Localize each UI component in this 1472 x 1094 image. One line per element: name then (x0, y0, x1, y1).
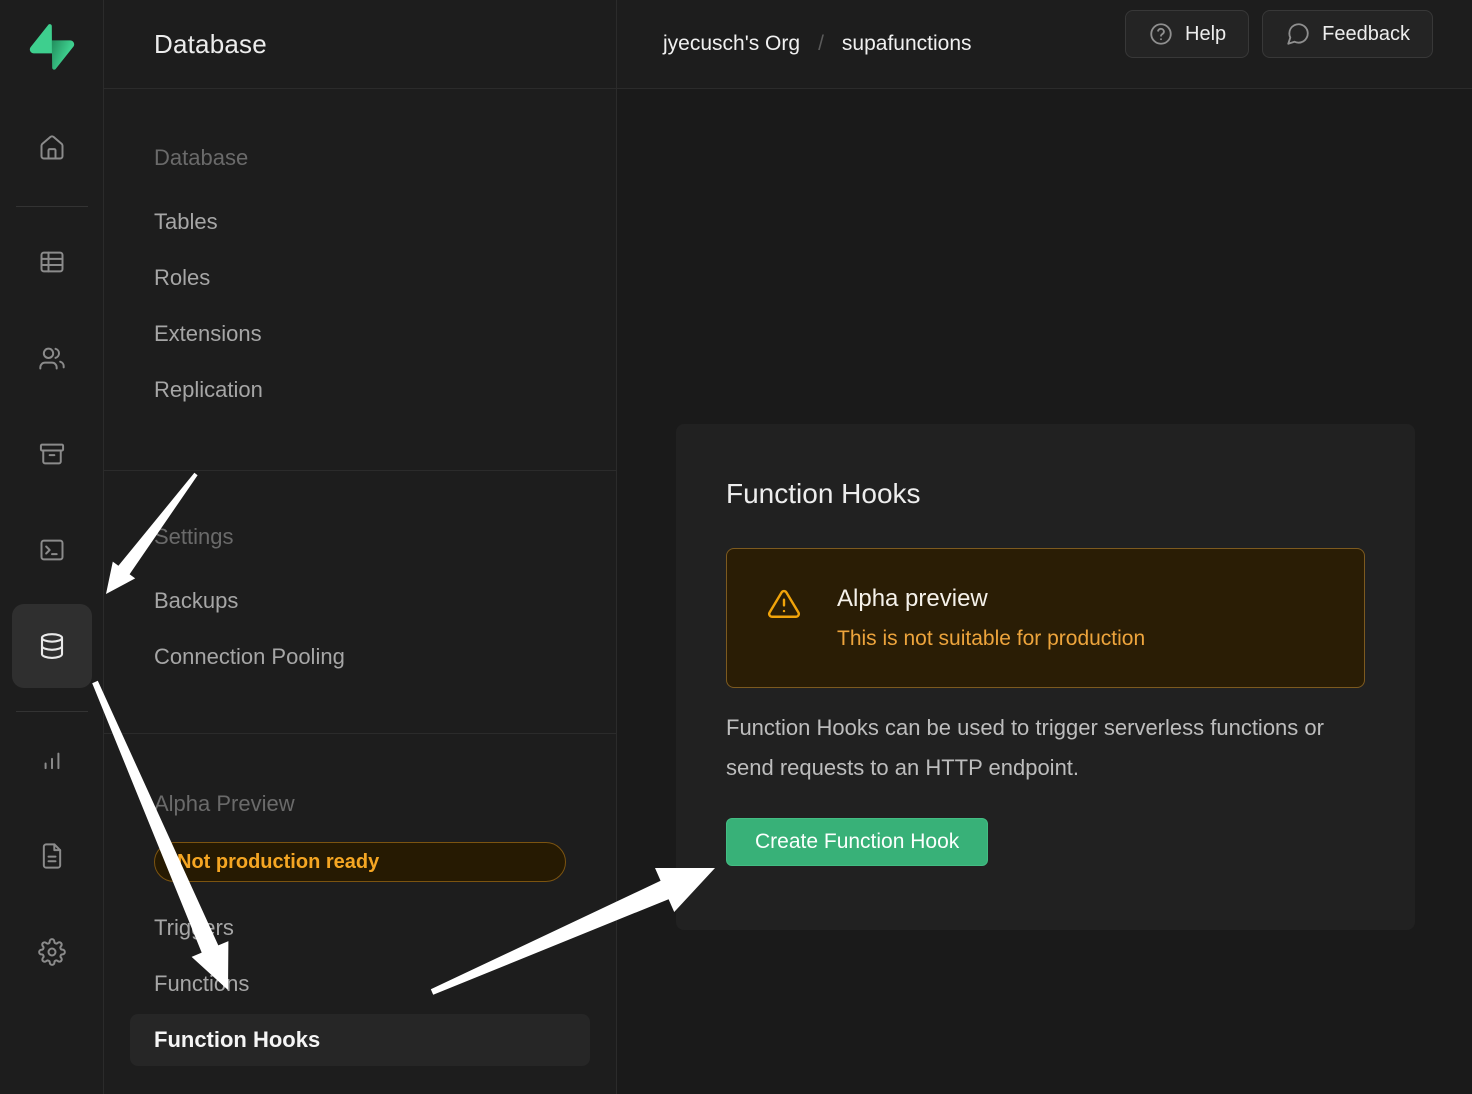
feedback-button[interactable]: Feedback (1262, 10, 1433, 58)
help-label: Help (1185, 23, 1226, 46)
rail-divider (16, 711, 88, 712)
sidebar-item-roles[interactable]: Roles (154, 250, 566, 306)
sidebar-item-tables[interactable]: Tables (154, 194, 566, 250)
not-production-ready-badge: Not production ready (154, 842, 566, 882)
sidebar-item-backups[interactable]: Backups (154, 573, 566, 629)
sidebar-section-database: Database Tables Roles Extensions Replica… (104, 89, 616, 470)
sidebar-section-settings: Settings Backups Connection Pooling (104, 470, 616, 733)
sidebar-title: Database (154, 29, 267, 60)
top-header: jyecusch's Org / supafunctions Help Feed… (617, 0, 1472, 89)
alpha-preview-alert: Alpha preview This is not suitable for p… (726, 548, 1365, 688)
alert-body: This is not suitable for production (837, 627, 1145, 651)
sidebar-item-functions[interactable]: Functions (154, 956, 566, 1012)
card-title: Function Hooks (726, 478, 1365, 510)
breadcrumb-separator: / (818, 32, 824, 56)
section-heading: Alpha Preview (154, 790, 566, 818)
card-description: Function Hooks can be used to trigger se… (726, 708, 1356, 788)
sidebar-item-extensions[interactable]: Extensions (154, 306, 566, 362)
auth-users-icon[interactable] (30, 336, 74, 380)
home-icon[interactable] (30, 126, 74, 170)
sidebar-item-triggers[interactable]: Triggers (154, 900, 566, 956)
feedback-bubble-icon (1285, 21, 1311, 47)
breadcrumb-org[interactable]: jyecusch's Org (663, 32, 800, 56)
supabase-logo[interactable] (29, 24, 75, 70)
settings-gear-icon[interactable] (30, 930, 74, 974)
icon-rail (0, 0, 104, 1094)
storage-icon[interactable] (30, 432, 74, 476)
feedback-label: Feedback (1322, 23, 1410, 46)
alert-text: Alpha preview This is not suitable for p… (837, 585, 1145, 651)
content-area: Function Hooks Alpha preview This is not… (617, 89, 1472, 1094)
help-circle-icon (1148, 21, 1174, 47)
table-editor-icon[interactable] (30, 240, 74, 284)
warning-triangle-icon (767, 587, 801, 621)
database-sidebar: Database Database Tables Roles Extension… (104, 0, 617, 1094)
main-panel: jyecusch's Org / supafunctions Help Feed… (617, 0, 1472, 1094)
logs-icon[interactable] (30, 834, 74, 878)
section-heading: Database (154, 144, 566, 172)
header-actions: Help Feedback (1125, 10, 1433, 58)
rail-divider (16, 206, 88, 207)
section-heading: Settings (154, 523, 566, 551)
breadcrumb-project[interactable]: supafunctions (842, 32, 972, 56)
sidebar-item-connection-pooling[interactable]: Connection Pooling (154, 629, 566, 685)
alert-title: Alpha preview (837, 585, 1145, 613)
help-button[interactable]: Help (1125, 10, 1249, 58)
app-window: Database Database Tables Roles Extension… (0, 0, 1472, 1094)
sidebar-section-alpha-preview: Alpha Preview Not production ready Trigg… (104, 733, 616, 1068)
function-hooks-card: Function Hooks Alpha preview This is not… (676, 424, 1415, 930)
sidebar-item-replication[interactable]: Replication (154, 362, 566, 418)
database-icon[interactable] (12, 604, 92, 688)
sql-editor-icon[interactable] (30, 528, 74, 572)
reports-icon[interactable] (30, 738, 74, 782)
sidebar-item-function-hooks[interactable]: Function Hooks (130, 1014, 590, 1066)
create-function-hook-button[interactable]: Create Function Hook (726, 818, 988, 866)
sidebar-header: Database (104, 0, 616, 89)
